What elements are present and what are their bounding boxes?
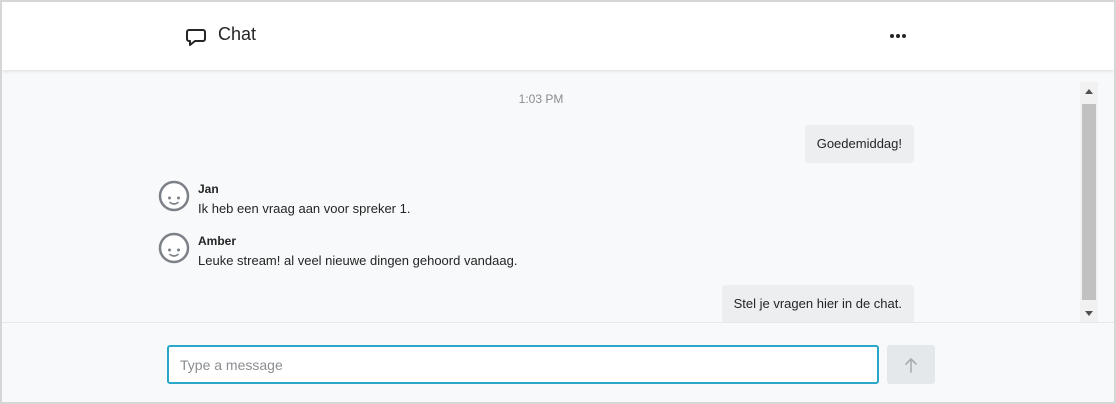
send-button[interactable] [887,345,935,384]
message-list: 1:03 PM Goedemiddag! Jan Ik heb een vraa… [2,70,1080,322]
outgoing-message: Goedemiddag! [804,125,914,163]
message-composer [2,322,1114,402]
scrollbar-thumb[interactable] [1082,104,1096,300]
message-scrollbar[interactable] [1080,82,1098,322]
chat-window: Chat 1:03 PM Goedemiddag! Jan Ik heb een… [0,0,1116,404]
smiley-avatar-icon [158,180,190,212]
more-horizontal-icon [890,34,894,38]
chat-header: Chat [2,2,1114,70]
message-input[interactable] [167,345,879,384]
triangle-up-icon [1085,88,1093,94]
page-title: Chat [218,24,257,44]
message-text: Ik heb een vraag aan voor spreker 1. [198,201,411,216]
sender-name: Jan [198,182,219,196]
message-text: Leuke stream! al veel nieuwe dingen geho… [198,253,518,268]
sender-name: Amber [198,234,237,248]
more-dot [896,34,900,38]
message-timestamp: 1:03 PM [518,92,564,106]
scroll-up-button[interactable] [1080,82,1098,100]
speech-bubble-icon [186,29,206,46]
more-options-button[interactable] [886,25,910,47]
smiley-avatar-icon [158,232,190,264]
more-dot [902,34,906,38]
outgoing-message: Stel je vragen hier in de chat. [721,285,914,322]
arrow-up-icon [905,357,917,373]
scroll-down-button[interactable] [1080,304,1098,322]
triangle-down-icon [1085,310,1093,316]
